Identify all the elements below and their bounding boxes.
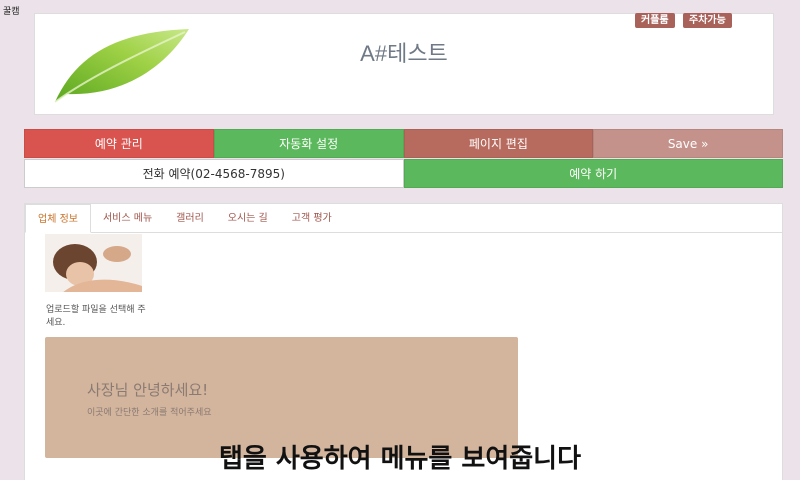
- booking-button-row: 전화 예약(02-4568-7895) 예약 하기: [24, 159, 783, 188]
- shop-title: A#테스트: [360, 41, 448, 66]
- tab-business-info[interactable]: 업체 정보: [25, 204, 91, 233]
- tab-bar: 업체 정보 서비스 메뉴 갤러리 오시는 길 고객 평가: [25, 204, 782, 233]
- book-button[interactable]: 예약 하기: [403, 159, 783, 188]
- badge-couple-room: 커플룸: [635, 13, 675, 28]
- upload-hint: 업로드할 파일을 선택해 주세요.: [46, 305, 146, 328]
- massage-photo[interactable]: [45, 234, 142, 301]
- tab-reviews[interactable]: 고객 평가: [280, 204, 344, 232]
- badge-parking: 주차가능: [683, 13, 732, 28]
- reservation-manage-button[interactable]: 예약 관리: [24, 129, 214, 158]
- page-edit-button[interactable]: 페이지 편집: [403, 129, 594, 158]
- save-button[interactable]: Save »: [593, 129, 783, 158]
- admin-button-row: 예약 관리 자동화 설정 페이지 편집 Save »: [24, 129, 783, 158]
- header-card: A#테스트 커플룸 주차가능: [34, 13, 774, 115]
- tab-service-menu[interactable]: 서비스 메뉴: [91, 204, 164, 232]
- intro-greeting: 사장님 안녕하세요!: [87, 381, 209, 399]
- intro-subtext: 이곳에 간단한 소개를 적어주세요: [87, 408, 212, 418]
- tab-directions[interactable]: 오시는 길: [216, 204, 280, 232]
- tab-gallery[interactable]: 갤러리: [164, 204, 216, 232]
- automation-settings-button[interactable]: 자동화 설정: [213, 129, 404, 158]
- phone-reservation-button[interactable]: 전화 예약(02-4568-7895): [24, 159, 404, 188]
- caption-overlay: 탭을 사용하여 메뉴를 보여줍니다: [218, 444, 582, 474]
- corner-label: 꿀캠: [3, 7, 20, 17]
